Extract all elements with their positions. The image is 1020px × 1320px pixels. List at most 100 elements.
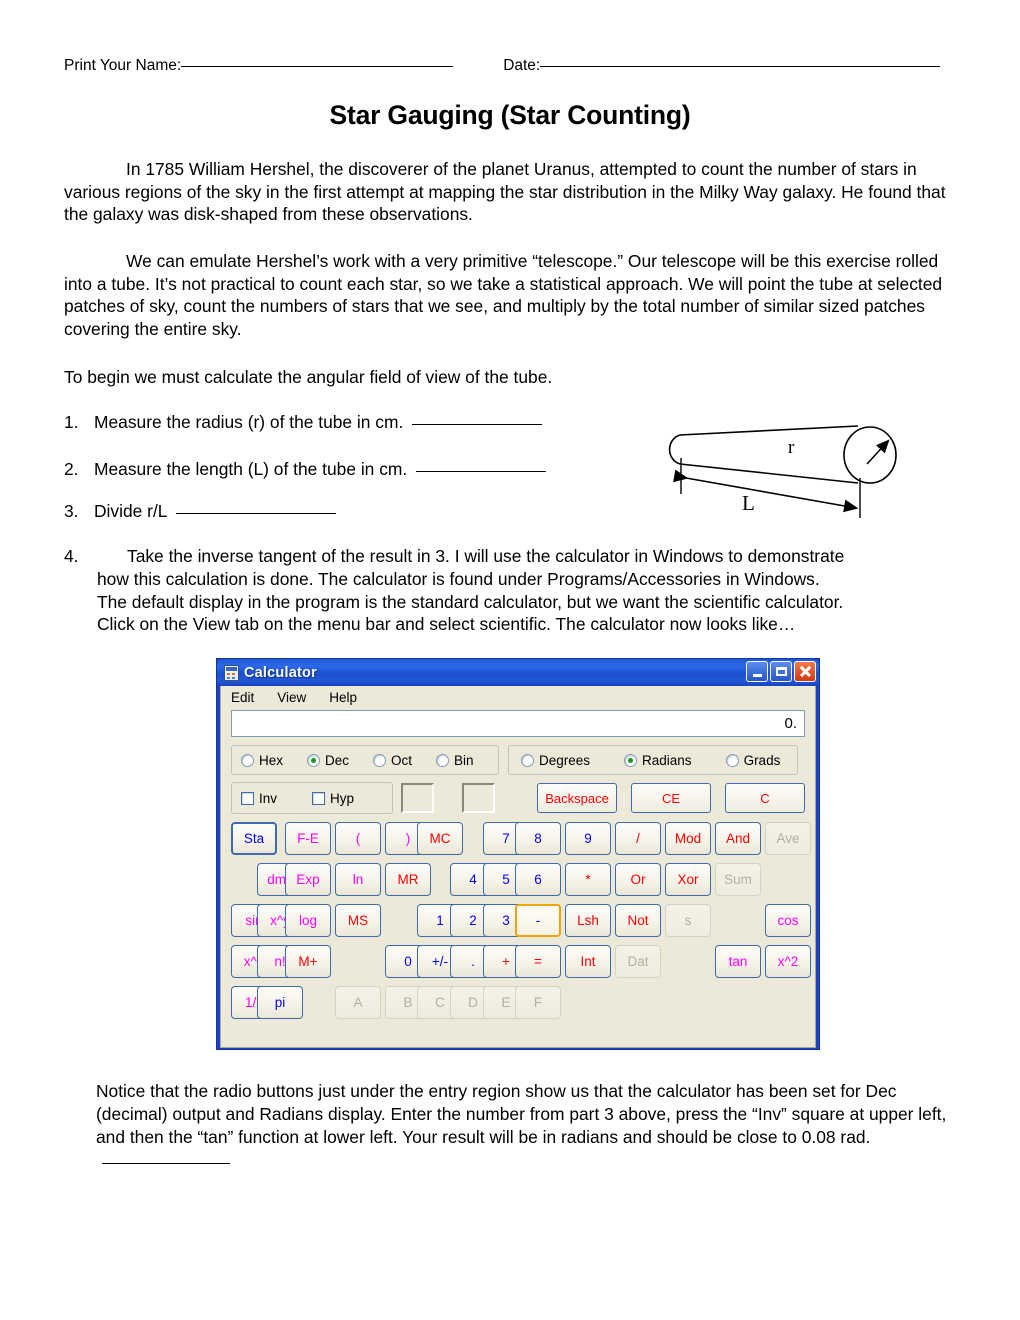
menu-item-edit[interactable]: Edit	[228, 689, 257, 706]
calc-key-[interactable]: (	[335, 822, 381, 855]
backspace-button[interactable]: Backspace	[537, 783, 617, 813]
inv-hyp-group: Inv Hyp	[231, 782, 393, 814]
keypad-spacer	[433, 863, 447, 896]
minimize-icon[interactable]	[746, 661, 768, 682]
checkbox-label-hyp: Hyp	[330, 790, 355, 806]
placeholder-box-1	[401, 783, 434, 813]
calc-key-or[interactable]: Or	[615, 863, 661, 896]
paragraph-notice-text: Notice that the radio buttons just under…	[96, 1081, 947, 1148]
radio-oct[interactable]: Oct	[373, 753, 412, 768]
calc-key-not[interactable]: Not	[615, 904, 661, 937]
date-blank-line	[540, 66, 941, 67]
calc-key-ln[interactable]: ln	[335, 863, 381, 896]
keypad-spacer	[283, 986, 333, 1019]
clear-entry-button[interactable]: CE	[631, 783, 711, 813]
calc-key-mod[interactable]: Mod	[665, 822, 711, 855]
close-icon[interactable]	[794, 661, 816, 682]
calc-key-8[interactable]: 8	[515, 822, 561, 855]
step-3-answer-blank[interactable]	[176, 513, 337, 514]
window-controls	[746, 661, 816, 682]
calc-key-m[interactable]: M+	[285, 945, 331, 978]
length-label-text: L	[742, 491, 755, 515]
result-answer-blank[interactable]	[102, 1162, 230, 1164]
radio-bin[interactable]: Bin	[436, 753, 474, 768]
angle-unit-group: Degrees Radians Grads	[508, 745, 798, 775]
calc-key-f: F	[515, 986, 561, 1019]
calculator-display[interactable]: 0.	[231, 710, 805, 737]
calc-key-[interactable]: =	[515, 945, 561, 978]
step-2: 2. Measure the length (L) of the tube in …	[64, 458, 547, 481]
date-label: Date:	[503, 57, 541, 74]
radio-label-grads: Grads	[743, 752, 781, 768]
calc-key-and[interactable]: And	[715, 822, 761, 855]
checkbox-box-inv	[241, 791, 254, 805]
step-2-text: Measure the length (L) of the tube in cm…	[94, 459, 408, 479]
step-3: 3. Divide r/L	[64, 500, 337, 523]
calc-key-s: s	[665, 904, 711, 937]
calc-key-9[interactable]: 9	[565, 822, 611, 855]
calc-key-ms[interactable]: MS	[335, 904, 381, 937]
calc-key-x2[interactable]: x^2	[765, 945, 811, 978]
name-blank-line	[181, 66, 454, 67]
calc-key-mr[interactable]: MR	[385, 863, 431, 896]
checkbox-inv[interactable]: Inv	[241, 791, 277, 806]
radio-radians[interactable]: Radians	[624, 753, 692, 768]
calc-key-lsh[interactable]: Lsh	[565, 904, 611, 937]
calculator-body: Edit View Help 0. Hex Dec Oct Bin Degree…	[220, 686, 816, 1048]
radio-hex[interactable]: Hex	[241, 753, 283, 768]
radio-dot-radians	[624, 753, 638, 767]
menu-item-help[interactable]: Help	[326, 689, 360, 706]
step-1-number: 1.	[64, 412, 79, 432]
tube-diagram: r L	[660, 408, 922, 538]
mode-groups: Hex Dec Oct Bin Degrees Radians Grads	[231, 745, 805, 775]
calc-key-xor[interactable]: Xor	[665, 863, 711, 896]
placeholder-box-2	[462, 783, 495, 813]
step-2-answer-blank[interactable]	[416, 471, 547, 472]
name-date-header: Print Your Name: Date:	[64, 57, 954, 75]
step-4-line-2: how this calculation is done. The calcul…	[97, 568, 820, 589]
calc-key-sta[interactable]: Sta	[231, 822, 277, 855]
modifier-row: Inv Hyp Backspace CE C	[231, 782, 805, 814]
calc-key-ave: Ave	[765, 822, 811, 855]
checkbox-box-hyp	[312, 791, 326, 805]
radio-dec[interactable]: Dec	[307, 753, 349, 768]
calc-key-dat: Dat	[615, 945, 661, 978]
paragraph-intro-text: In 1785 William Hershel, the discoverer …	[64, 159, 946, 225]
calculator-keypad: Sta F-E() MC 7 8 9/Mod And Ave dms Exp ln MR 4 5 6 * Or X…	[231, 822, 811, 1019]
menu-item-view[interactable]: View	[274, 689, 309, 706]
step-1-answer-blank[interactable]	[412, 424, 543, 425]
maximize-icon[interactable]	[770, 661, 792, 682]
calc-key-[interactable]: *	[565, 863, 611, 896]
calc-key-6[interactable]: 6	[515, 863, 561, 896]
radio-dot-dec	[307, 753, 321, 767]
calc-key-[interactable]: -	[515, 904, 561, 937]
calc-key-tan[interactable]: tan	[715, 945, 761, 978]
keypad-spacer	[663, 945, 713, 978]
calculator-window-title: Calculator	[244, 664, 317, 681]
calculator-titlebar[interactable]: Calculator	[217, 659, 819, 686]
step-2-number: 2.	[64, 459, 79, 479]
radius-label-text: r	[788, 437, 795, 458]
step-4-line-3: The default display in the program is th…	[97, 591, 844, 612]
radio-grads[interactable]: Grads	[725, 752, 781, 768]
calc-key-int[interactable]: Int	[565, 945, 611, 978]
step-4-line-1: Take the inverse tangent of the result i…	[127, 546, 845, 566]
page-title: Star Gauging (Star Counting)	[329, 100, 691, 130]
radio-degrees[interactable]: Degrees	[521, 753, 590, 768]
calc-key-cos[interactable]: cos	[765, 904, 811, 937]
radio-label-dec: Dec	[325, 752, 350, 768]
keypad-spacer	[277, 822, 283, 855]
calc-key-[interactable]: /	[615, 822, 661, 855]
calc-key-exp[interactable]: Exp	[285, 863, 331, 896]
clear-button[interactable]: C	[725, 783, 805, 813]
step-3-text: Divide r/L	[94, 501, 168, 521]
calc-key-log[interactable]: log	[285, 904, 331, 937]
step-4-number: 4.	[64, 546, 79, 566]
paragraph-begin: To begin we must calculate the angular f…	[64, 367, 553, 387]
radio-dot-oct	[373, 753, 387, 767]
paragraph-notice: Notice that the radio buttons just under…	[96, 1080, 968, 1173]
checkbox-label-inv: Inv	[259, 790, 278, 806]
checkbox-hyp[interactable]: Hyp	[312, 791, 354, 806]
calc-key-fe[interactable]: F-E	[285, 822, 331, 855]
radio-dot-grads	[725, 753, 739, 767]
